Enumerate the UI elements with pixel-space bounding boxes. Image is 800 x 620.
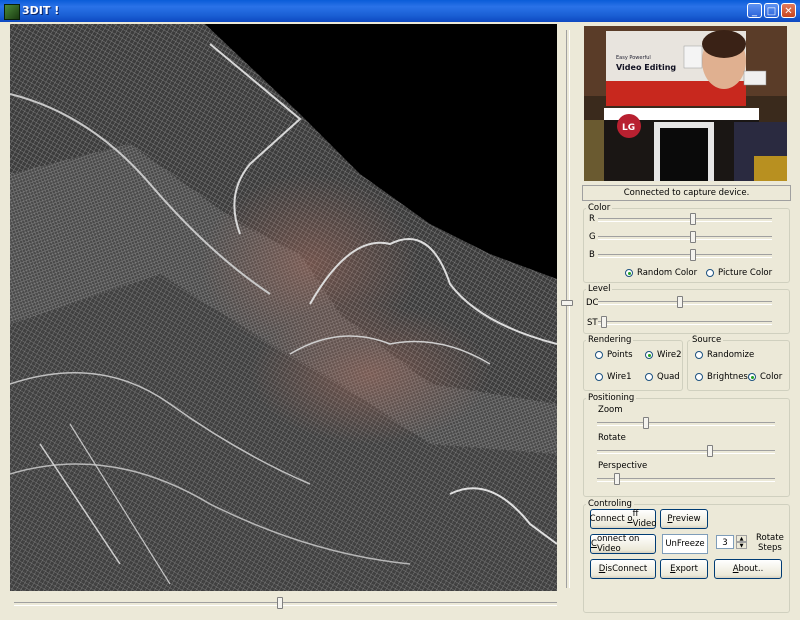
bottom-slider-thumb[interactable] [277,597,284,609]
random-color-radio-dot [625,269,633,277]
green-slider-thumb[interactable] [690,231,697,243]
dc-label: DC [586,298,599,308]
about-button[interactable]: About.. [714,559,782,579]
connect-on-video-button[interactable]: Connect on Video [590,534,656,554]
controling-group-title: Controling [588,499,632,509]
rotate-label: Rotate [598,433,626,443]
disconnect-button[interactable]: DisConnect [590,559,656,579]
rendering-group-title: Rendering [588,335,632,345]
rotate-steps-up-button[interactable]: ▲ [736,535,747,542]
wire1-radio[interactable]: Wire1 [595,372,632,382]
quad-radio[interactable]: Quad [645,372,680,382]
zoom-slider-thumb[interactable] [643,417,650,429]
green-slider[interactable] [598,231,772,243]
export-button[interactable]: Export [660,559,708,579]
status-bar: Connected to capture device. [582,185,791,201]
minimize-button[interactable]: _ [747,3,762,18]
wireframe-terrain [10,24,557,591]
bottom-slider[interactable] [14,596,557,610]
level-group: Level [583,284,790,334]
wire2-radio-dot [645,351,653,359]
rotate-slider[interactable] [597,445,775,457]
close-button[interactable]: ✕ [781,3,796,18]
wire1-radio-dot [595,373,603,381]
picture-color-radio-dot [706,269,714,277]
preview-banner-line1: Easy Powerful [616,55,651,61]
vertical-slider[interactable] [561,30,573,588]
randomize-radio-dot [695,351,703,359]
picture-color-radio[interactable]: Picture Color [706,268,772,278]
perspective-label: Perspective [598,461,648,471]
rotate-steps-input[interactable]: 3 [716,535,734,549]
connect-off-video-button[interactable]: Connect o ff Video [590,509,656,529]
brightness-radio[interactable]: Brightness [695,372,752,382]
blue-slider-thumb[interactable] [690,249,697,261]
unfreeze-button[interactable]: UnFreeze [662,534,708,554]
randomize-radio[interactable]: Randomize [695,350,754,360]
color-source-radio-dot [748,373,756,381]
points-radio[interactable]: Points [595,350,633,360]
zoom-label: Zoom [598,405,623,415]
preview-banner-line2: Video Editing [616,63,676,72]
color-source-radio[interactable]: Color [748,372,782,382]
wire2-radio[interactable]: Wire2 [645,350,682,360]
dc-slider-thumb[interactable] [676,296,683,308]
maximize-button[interactable]: □ [764,3,779,18]
3d-render-viewport[interactable] [10,24,557,591]
source-group-title: Source [692,335,722,345]
vertical-slider-thumb[interactable] [561,300,573,307]
blue-label: B [589,250,595,260]
quad-radio-dot [645,373,653,381]
dc-slider[interactable] [598,296,772,308]
perspective-slider-thumb[interactable] [614,473,621,485]
rotate-slider-thumb[interactable] [707,445,714,457]
window-title: 3DIT ! [22,4,60,17]
app-icon [4,4,20,20]
color-group-title: Color [588,203,611,213]
rotate-steps-label-1: Rotate [756,533,784,543]
points-radio-dot [595,351,603,359]
camera-preview-image: Easy Powerful Video Editing LG [584,26,787,181]
preview-brand: LG [622,123,635,133]
st-slider[interactable] [598,316,772,328]
preview-button[interactable]: Preview [660,509,708,529]
camera-preview: Easy Powerful Video Editing LG [584,26,787,181]
st-slider-thumb[interactable] [601,316,608,328]
red-slider[interactable] [598,213,772,225]
red-label: R [589,214,595,224]
positioning-group-title: Positioning [588,393,635,403]
level-group-title: Level [588,284,611,294]
rotate-steps-label-2: Steps [758,543,782,553]
red-slider-thumb[interactable] [690,213,697,225]
green-label: G [589,232,596,242]
rotate-steps-down-button[interactable]: ▼ [736,542,747,549]
zoom-slider[interactable] [597,417,775,429]
random-color-radio[interactable]: Random Color [625,268,697,278]
st-label: ST [587,318,598,328]
rendering-group: Rendering [583,335,683,391]
blue-slider[interactable] [598,249,772,261]
brightness-radio-dot [695,373,703,381]
title-bar: 3DIT ! _ □ ✕ [0,0,800,22]
source-group: Source [687,335,790,391]
perspective-slider[interactable] [597,473,775,485]
